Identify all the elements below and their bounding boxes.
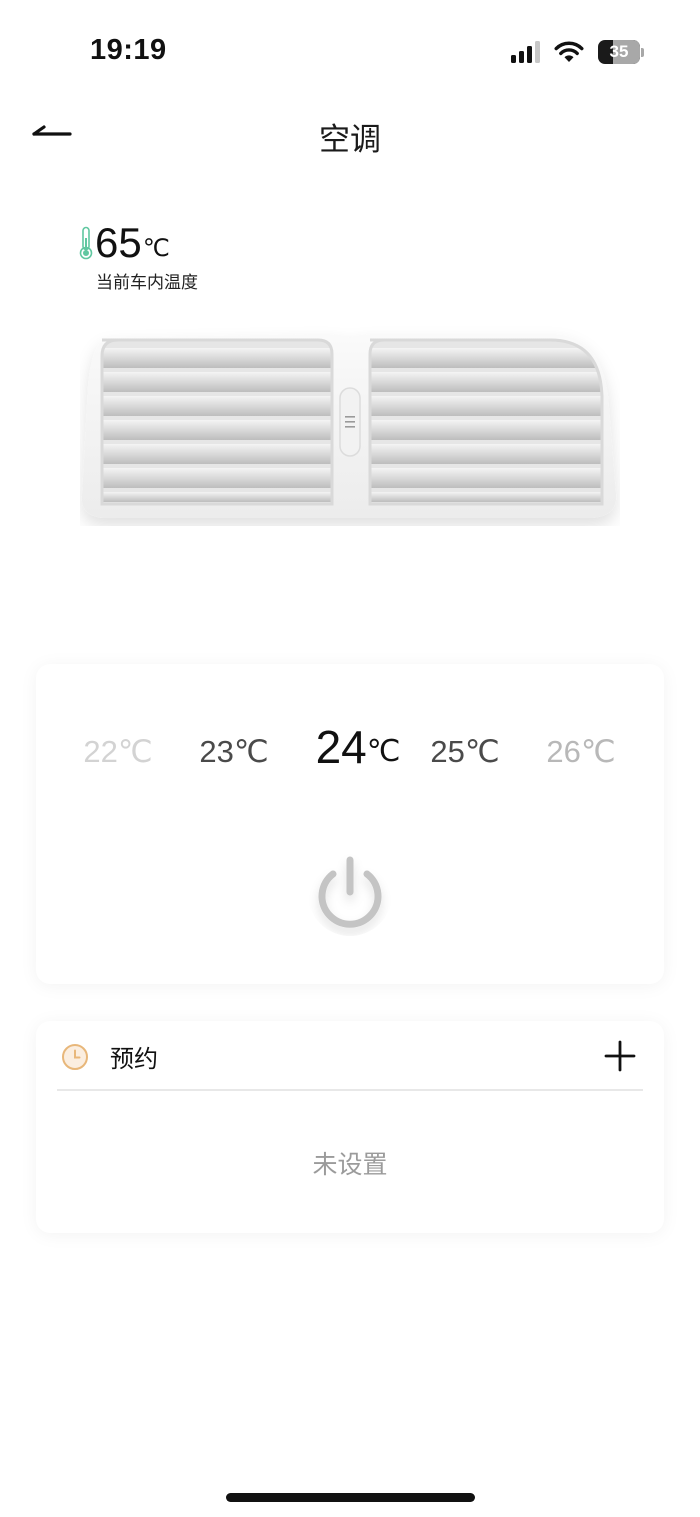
battery-icon: 35 (598, 40, 644, 64)
temp-option-26[interactable]: 26 ℃ (546, 704, 615, 774)
temperature-card: 22 ℃ 23 ℃ 24 ℃ 25 ℃ 26 ℃ (36, 664, 664, 984)
power-button[interactable] (308, 852, 392, 936)
plus-icon[interactable] (602, 1038, 638, 1074)
schedule-header: 预约 (36, 1021, 664, 1089)
current-temperature: 65 ℃ 当前车内温度 (78, 222, 198, 293)
current-temp-value: 65 (95, 219, 142, 266)
schedule-title: 预约 (110, 1046, 158, 1073)
wifi-icon (554, 41, 584, 62)
current-temp-unit: ℃ (142, 235, 170, 262)
temp-option-23[interactable]: 23 ℃ (199, 704, 268, 774)
battery-level: 35 (609, 42, 629, 61)
schedule-divider (57, 1089, 643, 1091)
status-icons: 35 (511, 38, 644, 66)
signal-icon (511, 41, 540, 63)
home-indicator[interactable] (226, 1493, 475, 1502)
temp-option-22[interactable]: 22 ℃ (83, 704, 152, 774)
page-title: 空调 (319, 122, 381, 157)
power-icon (318, 856, 382, 928)
schedule-empty-text: 未设置 (312, 1151, 388, 1179)
schedule-card: 预约 未设置 (36, 1021, 664, 1233)
status-time: 19:19 (90, 34, 167, 66)
temp-option-24-selected[interactable]: 24 ℃ (316, 704, 401, 774)
clock-icon (62, 1044, 88, 1070)
current-temp-label: 当前车内温度 (96, 273, 198, 292)
temp-option-25[interactable]: 25 ℃ (430, 704, 499, 774)
ac-screen: 19:19 35 空调 65 ℃ 当前车内温度 22 ℃ 23 ℃ 24 ℃ 2… (0, 0, 700, 1517)
air-vent-illustration (81, 334, 617, 518)
temperature-picker[interactable]: 22 ℃ 23 ℃ 24 ℃ 25 ℃ 26 ℃ (36, 704, 664, 774)
thermometer-icon (79, 226, 93, 260)
